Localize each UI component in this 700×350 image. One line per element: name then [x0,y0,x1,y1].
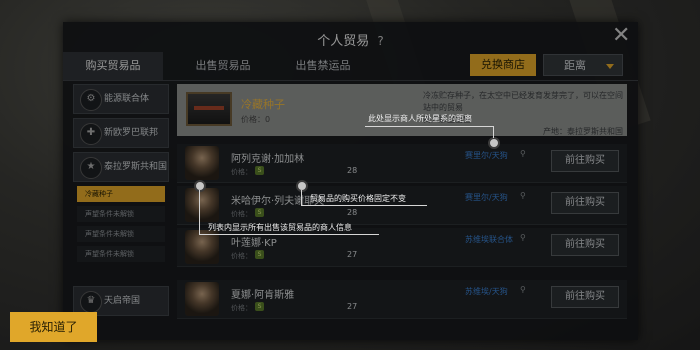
merchant-location-link[interactable]: 苏维埃/天狗 [465,286,508,297]
coin-icon: S [255,250,264,259]
merchant-price: 27 [347,302,358,311]
merchant-name: 叶莲娜·KP [231,238,277,249]
price-label: 价格： [231,168,252,176]
merchant-location-link[interactable]: 赛里尔/天狗 [465,192,508,203]
callout-dot [296,180,308,192]
star-icon: ★ [80,157,102,179]
callout-connector [493,126,494,138]
callout-connector [301,190,302,205]
got-it-button[interactable]: 我知道了 [10,312,97,342]
merchant-price: 28 [347,166,358,175]
go-buy-button[interactable]: 前往购买 [551,192,619,214]
item-description-line: 冷冻贮存种子，在太空中已经发育发芽完了，可以在空间站中的贸易 [423,91,623,112]
callout-distance-text: 此处显示商人所处星系的距离 [368,114,472,123]
merchant-name: 夏娜·阿肯斯雅 [231,290,295,301]
sidebar-category-new-europa[interactable]: ✚ 新欧罗巴联邦 [73,118,169,148]
merchant-row: 夏娜·阿肯斯雅 价格： S 27 苏维埃/天狗 ⚲ 前往购买 [177,280,627,319]
item-chest-image [186,92,232,126]
sort-dropdown[interactable]: 距离 [543,54,623,76]
merchant-row: 阿列克谢·加加林 价格： S 28 赛里尔/天狗 ⚲ 前往购买 [177,144,627,183]
trade-panel: 个人贸易? ✕ 购买贸易品 出售贸易品 出售禁运品 兑换商店 距离 ⚙ 能源联合… [63,22,638,340]
callout-underline [301,205,427,206]
callout-connector [199,190,200,234]
tab-buy[interactable]: 购买贸易品 [63,52,163,80]
window-title: 个人贸易? [317,34,384,49]
coin-icon: S [255,166,264,175]
sidebar-subitem-locked[interactable]: 声望条件未解锁 [77,206,165,222]
callout-merchant-info-text: 列表内显示所有出售该贸易品的商人信息 [208,223,352,232]
callout-dot [488,137,500,149]
price-label: 价格： [231,210,252,218]
location-pin-icon: ⚲ [520,191,526,200]
go-buy-button[interactable]: 前往购买 [551,286,619,308]
go-buy-button[interactable]: 前往购买 [551,150,619,172]
category-label: 泰拉罗斯共和国 [104,162,168,172]
location-pin-icon: ⚲ [520,285,526,294]
go-buy-button[interactable]: 前往购买 [551,234,619,256]
category-label: 天启帝国 [104,296,141,306]
merchant-location-link[interactable]: 赛里尔/天狗 [465,150,508,161]
merchant-price: 28 [347,208,358,217]
coin-icon: S [255,302,264,311]
crown-icon: ♛ [80,291,102,313]
item-name: 冷藏种子 [241,98,285,111]
sidebar: ⚙ 能源联合体 ✚ 新欧罗巴联邦 ★ 泰拉罗斯共和国 冷藏种子 声望条件未解锁 … [73,84,169,318]
sidebar-subitem-locked[interactable]: 声望条件未解锁 [77,246,165,262]
exchange-shop-button[interactable]: 兑换商店 [470,54,536,76]
merchant-avatar [185,188,219,222]
close-icon[interactable]: ✕ [612,25,630,47]
item-price: 价格：0 [241,115,271,124]
location-pin-icon: ⚲ [520,149,526,158]
star-icon: ✚ [80,123,102,145]
merchant-price: 27 [347,250,358,259]
tab-sell[interactable]: 出售贸易品 [173,52,273,80]
merchant-avatar [185,282,219,316]
location-pin-icon: ⚲ [520,233,526,242]
category-label: 能源联合体 [104,94,150,104]
merchant-avatar [185,146,219,180]
price-label: 价格： [231,304,252,312]
merchant-location-link[interactable]: 苏维埃联合体 [465,234,513,245]
selected-item-card: 冷藏种子 价格：0 冷冻贮存种子，在太空中已经发育发芽完了，可以在空间站中的贸易… [177,84,627,136]
callout-dot [194,180,206,192]
sidebar-subitem-locked[interactable]: 声望条件未解锁 [77,226,165,242]
merchant-avatar [185,230,219,264]
sidebar-category-energy[interactable]: ⚙ 能源联合体 [73,84,169,114]
caret-down-icon [606,64,614,69]
sort-label: 距离 [564,59,586,72]
price-label: 价格： [231,252,252,260]
item-origin: 产地：泰拉罗斯共和国 [543,127,623,136]
callout-fixed-price-text: 贸易品的购买价格固定不变 [310,194,406,203]
sidebar-subitem-cold-seeds[interactable]: 冷藏种子 [77,186,165,202]
category-label: 新欧罗巴联邦 [104,128,159,138]
factory-icon: ⚙ [80,89,102,111]
callout-underline [365,126,493,127]
tab-sell-contraband[interactable]: 出售禁运品 [273,52,373,80]
callout-underline [199,234,379,235]
coin-icon: S [255,208,264,217]
merchant-name: 阿列克谢·加加林 [231,154,305,165]
help-icon[interactable]: ? [377,34,383,48]
sidebar-category-terra-ross[interactable]: ★ 泰拉罗斯共和国 [73,152,169,182]
